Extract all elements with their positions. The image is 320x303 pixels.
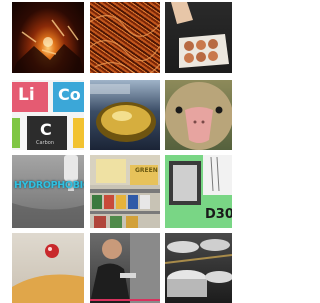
spray-bottle-image — [12, 155, 84, 228]
hydrophobic-label: HYDROPHOBIC — [14, 180, 84, 191]
duck-face-image — [165, 82, 232, 150]
d30-label: D30 — [205, 207, 232, 222]
tile-hydrophobic[interactable]: HYDROPHOBIC — [12, 155, 84, 228]
tile-store-shelf[interactable]: GREEN — [90, 155, 160, 228]
tile-copper[interactable] — [90, 2, 160, 73]
man-with-tool-image — [90, 233, 160, 303]
copper-tangle-image — [90, 15, 160, 73]
green-tile — [12, 118, 20, 148]
store-sign: GREEN — [135, 167, 158, 174]
tile-periodic-elements[interactable]: Li Co C Carbon — [12, 80, 84, 150]
tile-duck[interactable] — [165, 80, 232, 150]
tile-d30[interactable]: D30 — [165, 155, 232, 228]
lithium-symbol: Li — [18, 85, 35, 105]
yellow-tile — [73, 118, 84, 148]
tile-brass-dish[interactable] — [90, 80, 160, 150]
glass-ball-image — [12, 244, 84, 303]
egg-carton-image — [171, 2, 229, 68]
thumbnail-grid: Li Co C Carbon HYDROPHOBIC GREEN D30 — [0, 0, 244, 303]
carbon-caption: Carbon — [36, 140, 55, 146]
fire-embers-image — [12, 19, 84, 73]
store-shelf-image — [90, 155, 160, 228]
tile-drum-kit[interactable] — [165, 233, 232, 303]
tile-fire[interactable] — [12, 2, 84, 73]
brass-dish-image — [90, 84, 156, 142]
carbon-symbol: C — [40, 120, 52, 139]
tile-man-with-tool[interactable] — [90, 233, 160, 303]
cobalt-symbol: Co — [58, 85, 81, 104]
drum-kit-image — [165, 239, 232, 297]
tile-egg-carton[interactable] — [165, 2, 232, 73]
tile-glass-ball[interactable] — [12, 233, 84, 303]
